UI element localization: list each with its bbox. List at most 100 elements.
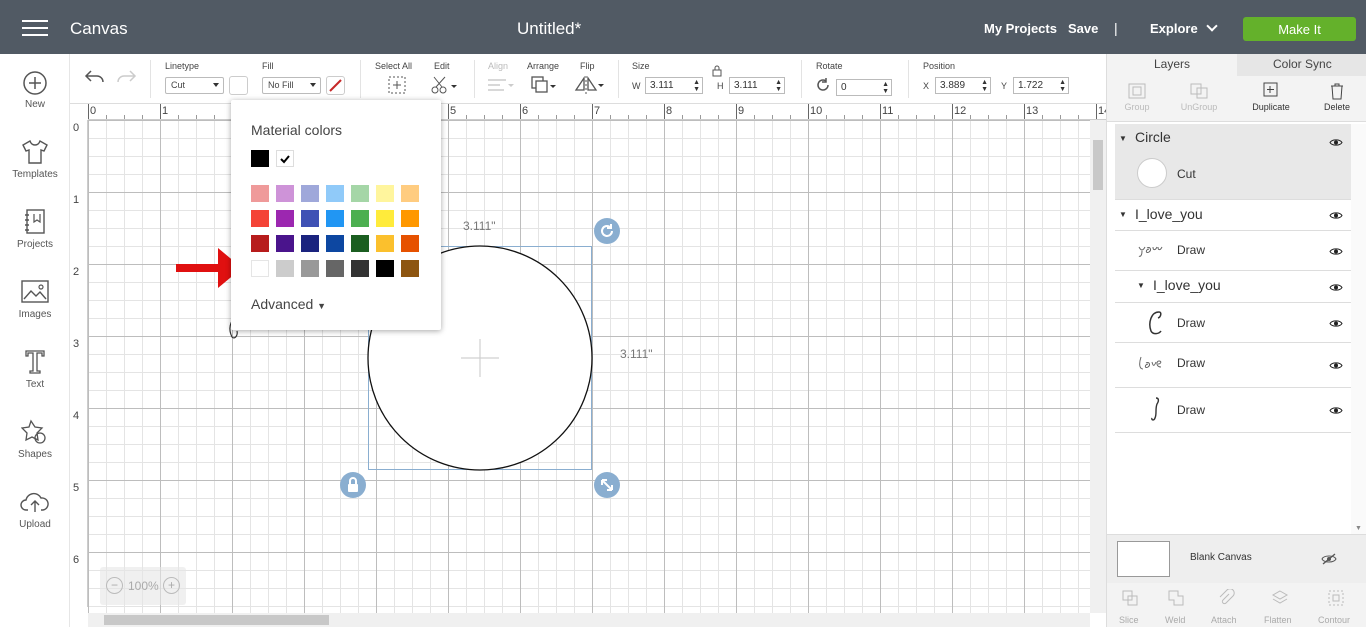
color-swatch[interactable] xyxy=(276,210,294,227)
color-swatch[interactable] xyxy=(276,260,294,277)
sidebar-item-upload[interactable]: Upload xyxy=(0,490,70,530)
color-swatch[interactable] xyxy=(251,260,269,277)
color-swatch[interactable] xyxy=(301,260,319,277)
ungroup-button[interactable]: UnGroup xyxy=(1169,82,1229,112)
tab-color-sync[interactable]: Color Sync xyxy=(1273,57,1332,71)
scroll-down-icon[interactable]: ▼ xyxy=(1355,525,1362,532)
color-swatch[interactable] xyxy=(276,235,294,252)
arrange-icon[interactable] xyxy=(530,75,558,95)
color-swatch[interactable] xyxy=(251,235,269,252)
color-swatch[interactable] xyxy=(251,185,269,202)
color-swatch[interactable] xyxy=(351,235,369,252)
my-projects-link[interactable]: My Projects xyxy=(984,21,1057,36)
color-swatch[interactable] xyxy=(376,185,394,202)
fill-color-swatch[interactable] xyxy=(326,76,345,95)
color-swatch[interactable] xyxy=(326,185,344,202)
x-position-input[interactable]: 3.889 ▲ ▼ xyxy=(935,77,991,94)
caret-down-icon[interactable]: ▼ xyxy=(1119,210,1127,219)
color-swatch[interactable] xyxy=(326,235,344,252)
color-swatch[interactable] xyxy=(351,260,369,277)
layer-group-circle[interactable]: ▼ Circle Cut xyxy=(1115,124,1351,200)
color-swatch[interactable] xyxy=(376,260,394,277)
sidebar-item-text[interactable]: Text xyxy=(0,348,70,390)
linetype-select[interactable]: Cut xyxy=(165,77,224,94)
group-button[interactable]: Group xyxy=(1107,82,1167,112)
caret-down-icon[interactable]: ▼ xyxy=(1119,134,1127,143)
eye-icon[interactable] xyxy=(1329,138,1343,147)
spinner-icon[interactable]: ▲ ▼ xyxy=(1059,79,1066,93)
spinner-icon[interactable]: ▲ ▼ xyxy=(882,81,889,95)
zoom-in-icon[interactable]: + xyxy=(163,577,180,594)
sidebar-item-projects[interactable]: Projects xyxy=(0,208,70,250)
align-icon[interactable] xyxy=(486,78,514,94)
color-swatch[interactable] xyxy=(326,260,344,277)
color-swatch[interactable] xyxy=(351,185,369,202)
height-input[interactable]: 3.111 ▲ ▼ xyxy=(729,77,785,94)
color-swatch-white-selected[interactable] xyxy=(276,150,294,167)
color-swatch[interactable] xyxy=(401,235,419,252)
duplicate-button[interactable]: Duplicate xyxy=(1241,82,1301,112)
eye-icon[interactable] xyxy=(1329,247,1343,256)
lock-icon[interactable] xyxy=(711,65,723,77)
hamburger-menu-icon[interactable] xyxy=(22,20,48,38)
flip-icon[interactable] xyxy=(574,76,604,94)
advanced-dropdown[interactable]: Advanced ▼ xyxy=(251,296,326,312)
layer-draw-letter-i[interactable]: Draw xyxy=(1115,303,1351,343)
color-swatch[interactable] xyxy=(301,235,319,252)
sidebar-item-shapes[interactable]: Shapes xyxy=(0,418,70,460)
save-link[interactable]: Save xyxy=(1068,21,1098,36)
spinner-icon[interactable]: ▲ ▼ xyxy=(775,79,782,93)
color-swatch[interactable] xyxy=(251,210,269,227)
select-all-icon[interactable] xyxy=(388,76,406,94)
sidebar-item-images[interactable]: Images xyxy=(0,278,70,320)
color-swatch[interactable] xyxy=(401,260,419,277)
eye-icon[interactable] xyxy=(1329,361,1343,370)
color-swatch[interactable] xyxy=(301,210,319,227)
color-swatch[interactable] xyxy=(351,210,369,227)
eye-icon[interactable] xyxy=(1329,406,1343,415)
delete-button[interactable]: Delete xyxy=(1307,82,1366,112)
undo-icon[interactable] xyxy=(84,68,106,86)
layer-draw-you[interactable]: Draw xyxy=(1115,231,1351,271)
color-swatch[interactable] xyxy=(376,210,394,227)
horizontal-scrollbar[interactable] xyxy=(88,613,1090,627)
color-swatch[interactable] xyxy=(401,210,419,227)
layer-group-i-love-you[interactable]: ▼ I_love_you xyxy=(1115,200,1351,231)
layer-subgroup-i-love-you[interactable]: ▼ I_love_you xyxy=(1115,271,1351,303)
make-it-button[interactable]: Make It xyxy=(1243,17,1356,41)
panel-scrollbar[interactable]: ▼ xyxy=(1351,124,1366,534)
redo-icon[interactable] xyxy=(115,68,137,86)
caret-down-icon[interactable]: ▼ xyxy=(1137,281,1145,290)
scroll-thumb[interactable] xyxy=(1093,140,1103,190)
spinner-icon[interactable]: ▲ ▼ xyxy=(693,79,700,93)
edit-scissors-icon[interactable] xyxy=(430,75,458,95)
blank-canvas-row[interactable]: Blank Canvas xyxy=(1107,534,1366,583)
rotate-input[interactable]: 0 ▲ ▼ xyxy=(836,79,892,96)
sidebar-item-templates[interactable]: Templates xyxy=(0,138,70,180)
rotate-handle-icon[interactable] xyxy=(593,217,621,245)
eye-icon[interactable] xyxy=(1329,283,1343,292)
lock-handle-icon[interactable] xyxy=(339,471,367,499)
color-swatch[interactable] xyxy=(326,210,344,227)
sidebar-item-new[interactable]: New xyxy=(0,70,70,110)
fill-select[interactable]: No Fill xyxy=(262,77,321,94)
y-position-input[interactable]: 1.722 ▲ ▼ xyxy=(1013,77,1069,94)
tab-layers[interactable]: Layers xyxy=(1154,57,1190,71)
layer-draw-love[interactable]: Draw xyxy=(1115,343,1351,388)
spinner-icon[interactable]: ▲ ▼ xyxy=(981,79,988,93)
color-swatch[interactable] xyxy=(301,185,319,202)
width-input[interactable]: 3.111 ▲ ▼ xyxy=(645,77,703,94)
color-swatch-black[interactable] xyxy=(251,150,269,167)
explore-menu[interactable]: Explore xyxy=(1150,20,1218,36)
color-swatch[interactable] xyxy=(401,185,419,202)
eye-hidden-icon[interactable] xyxy=(1321,553,1337,565)
linetype-color-swatch[interactable] xyxy=(229,76,248,95)
scroll-thumb[interactable] xyxy=(104,615,329,625)
vertical-scrollbar[interactable] xyxy=(1090,120,1106,613)
color-swatch[interactable] xyxy=(276,185,294,202)
explore-label[interactable]: Explore xyxy=(1150,21,1198,36)
color-swatch[interactable] xyxy=(376,235,394,252)
zoom-control[interactable]: − 100% + xyxy=(100,567,186,605)
layer-draw-stroke[interactable]: Draw xyxy=(1115,388,1351,433)
eye-icon[interactable] xyxy=(1329,319,1343,328)
